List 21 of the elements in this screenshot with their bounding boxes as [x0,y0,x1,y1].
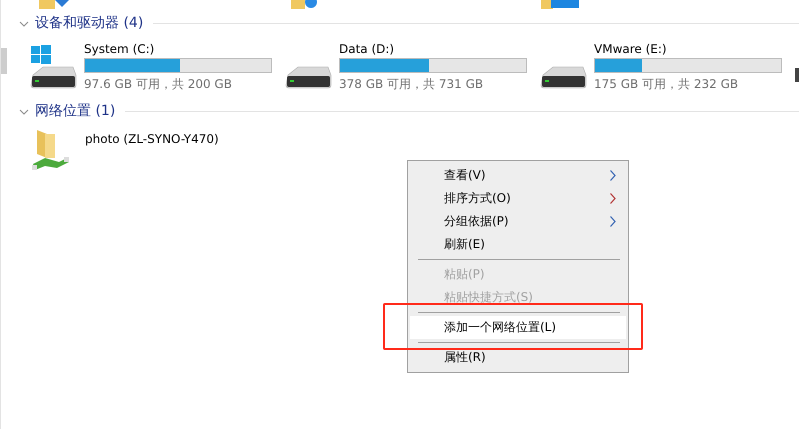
scrollbar-thumb[interactable] [1,48,7,74]
menu-item[interactable]: 排序方式(O) [410,187,626,210]
drive-size: 97.6 GB 可用，共 200 GB [84,76,233,92]
section-header[interactable]: 设备和驱动器 (4) [35,14,144,32]
chevron-down-icon[interactable] [19,109,29,115]
menu-item[interactable]: 属性(R) [410,346,626,369]
menu-item[interactable]: 添加一个网络位置(L) [410,316,626,339]
drive-size: 378 GB 可用，共 731 GB [339,76,484,92]
menu-item[interactable]: 查看(V) [410,164,626,187]
network-location-name[interactable]: photo (ZL-SYNO-Y470) [85,128,219,146]
menu-item[interactable]: 刷新(E) [410,233,626,256]
drive-size: 175 GB 可用，共 232 GB [594,76,740,92]
network-folder-icon [31,128,71,172]
drive-name[interactable]: System (C:) [84,42,272,56]
folder-icon [541,0,581,10]
section-header[interactable]: 网络位置 (1) [35,102,116,120]
drive-name[interactable]: Data (D:) [339,42,527,56]
drive-name[interactable]: VMware (E:) [594,42,782,56]
chevron-down-icon[interactable] [19,21,29,27]
windows-logo-icon [31,45,51,65]
menu-item[interactable]: 分组依据(P) [410,210,626,233]
